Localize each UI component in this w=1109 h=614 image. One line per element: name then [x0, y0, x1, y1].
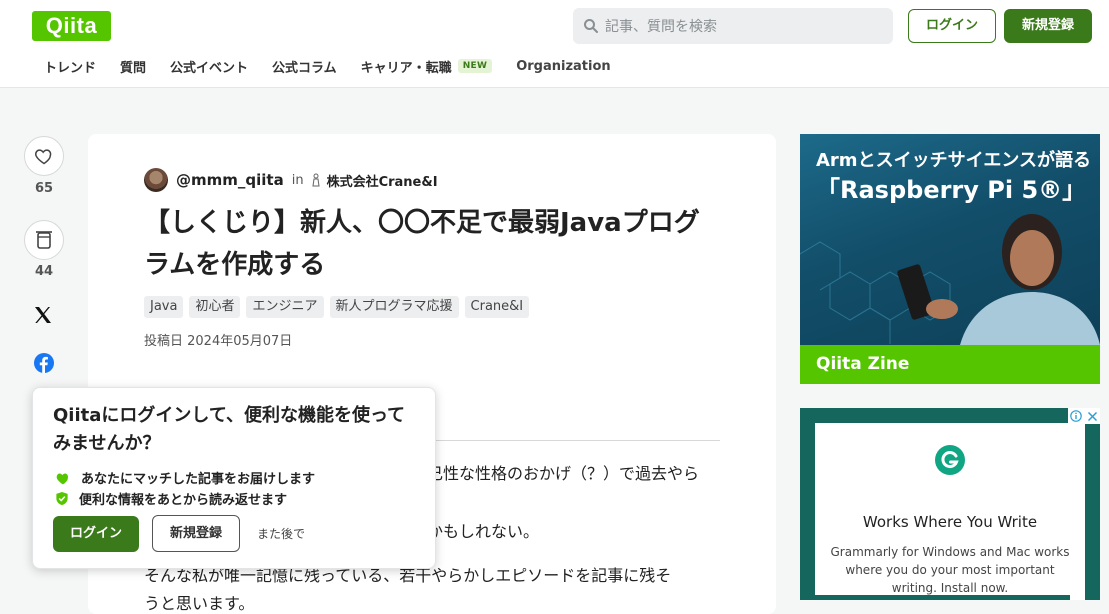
global-nav: トレンド 質問 公式イベント 公式コラム キャリア・転職 NEW Organiz…	[44, 56, 635, 76]
ad-body: Grammarly for Windows and Mac works wher…	[830, 545, 1070, 595]
ad-headline: Works Where You Write	[862, 513, 1038, 531]
posted-date: 投稿日 2024年05月07日	[144, 334, 293, 349]
organization-name[interactable]: 株式会社Crane&I	[327, 171, 438, 190]
qiita-logo[interactable]: Qiita	[32, 11, 111, 41]
nav-item-official-columns[interactable]: 公式コラム	[272, 57, 337, 76]
body-text: うと思います。	[144, 594, 255, 613]
search-icon	[584, 19, 598, 33]
nav-item-trend[interactable]: トレンド	[44, 57, 96, 76]
nav-label: 公式コラム	[272, 60, 337, 76]
qiita-zine-ad[interactable]: Armとスイッチサイエンスが語る 「Raspberry Pi 5®」 Qiita…	[800, 134, 1100, 384]
organization-icon	[311, 173, 320, 187]
like-count: 65	[34, 181, 54, 196]
in-label: in	[291, 172, 304, 188]
stock-button[interactable]	[24, 220, 64, 260]
ad-headline-1: Armとスイッチサイエンスが語る	[816, 150, 1092, 171]
body-text: かもしれない。	[427, 522, 540, 541]
facebook-icon	[34, 353, 54, 373]
grammarly-logo-icon	[935, 445, 965, 475]
popup-signup-button[interactable]: 新規登録	[152, 515, 240, 552]
article-author: @mmm_qiita in 株式会社Crane&I	[144, 168, 438, 192]
like-button[interactable]	[24, 136, 64, 176]
tag[interactable]: Crane&I	[464, 296, 530, 318]
benefit-item: 便利な情報をあとから読み返せます	[55, 489, 287, 508]
article-title: 【しくじり】新人、〇〇不足で最弱Javaプログラムを作成する	[144, 208, 700, 280]
benefit-text: 便利な情報をあとから読み返せます	[79, 493, 288, 508]
benefit-item: あなたにマッチした記事をお届けします	[55, 468, 315, 487]
tag[interactable]: 新人プログラマ応援	[329, 296, 459, 318]
new-badge: NEW	[457, 59, 493, 73]
close-icon	[1087, 411, 1097, 421]
nav-item-organization[interactable]: Organization	[516, 59, 610, 74]
login-prompt-popup: Qiitaにログインして、便利な機能を使ってみませんか？ あなたにマッチした記事…	[32, 387, 436, 569]
avatar[interactable]	[144, 168, 168, 192]
dismiss-later-link[interactable]: また後で	[257, 525, 305, 542]
ad-headline-2: 「Raspberry Pi 5®」	[816, 176, 1087, 204]
popup-title: Qiitaにログインして、便利な機能を使ってみませんか？	[53, 405, 406, 454]
x-logo-icon	[35, 307, 51, 323]
tag[interactable]: 初心者	[189, 296, 241, 318]
nav-label: トレンド	[44, 60, 97, 76]
search-box[interactable]	[573, 8, 893, 46]
search-input[interactable]	[603, 8, 887, 46]
zine-brand: Qiita Zine	[816, 354, 910, 374]
site-header: Qiita ログイン 新規登録 トレンド 質問 公式イベント 公式コラム キャリ…	[0, 0, 1109, 88]
tag[interactable]: Java	[144, 296, 184, 318]
nav-label: キャリア・転職	[360, 60, 452, 76]
popup-login-button[interactable]: ログイン	[53, 516, 139, 552]
ad-cta-button[interactable]	[815, 595, 1070, 600]
author-username[interactable]: @mmm_qiita	[176, 171, 284, 189]
zine-brand-bar: Qiita Zine	[800, 345, 1100, 384]
nav-label: 質問	[120, 60, 147, 76]
body-text: 己性な性格のおかげ（？）で過去やら	[427, 464, 700, 483]
nav-item-questions[interactable]: 質問	[120, 57, 146, 76]
share-x-button[interactable]	[33, 305, 53, 329]
adchoices[interactable]	[1068, 408, 1100, 424]
share-facebook-button[interactable]	[34, 353, 54, 377]
heart-icon	[56, 473, 69, 484]
nav-item-official-events[interactable]: 公式イベント	[170, 57, 248, 76]
shield-check-icon	[56, 491, 68, 506]
tag[interactable]: エンジニア	[246, 296, 324, 318]
info-icon	[1070, 410, 1083, 422]
login-button[interactable]: ログイン	[908, 9, 996, 43]
grammarly-ad[interactable]: Works Where You Write Grammarly for Wind…	[800, 408, 1100, 600]
nav-label: Organization	[516, 58, 611, 74]
nav-item-career[interactable]: キャリア・転職 NEW	[361, 57, 493, 76]
tag-list: Java 初心者 エンジニア 新人プログラマ応援 Crane&I	[144, 296, 535, 318]
nav-label: 公式イベント	[170, 60, 249, 76]
stock-count: 44	[34, 264, 54, 279]
stock-icon	[36, 231, 52, 249]
heart-icon	[35, 149, 52, 165]
benefit-text: あなたにマッチした記事をお届けします	[81, 472, 316, 487]
signup-button[interactable]: 新規登録	[1004, 9, 1092, 43]
ad-content: Works Where You Write Grammarly for Wind…	[815, 423, 1085, 600]
